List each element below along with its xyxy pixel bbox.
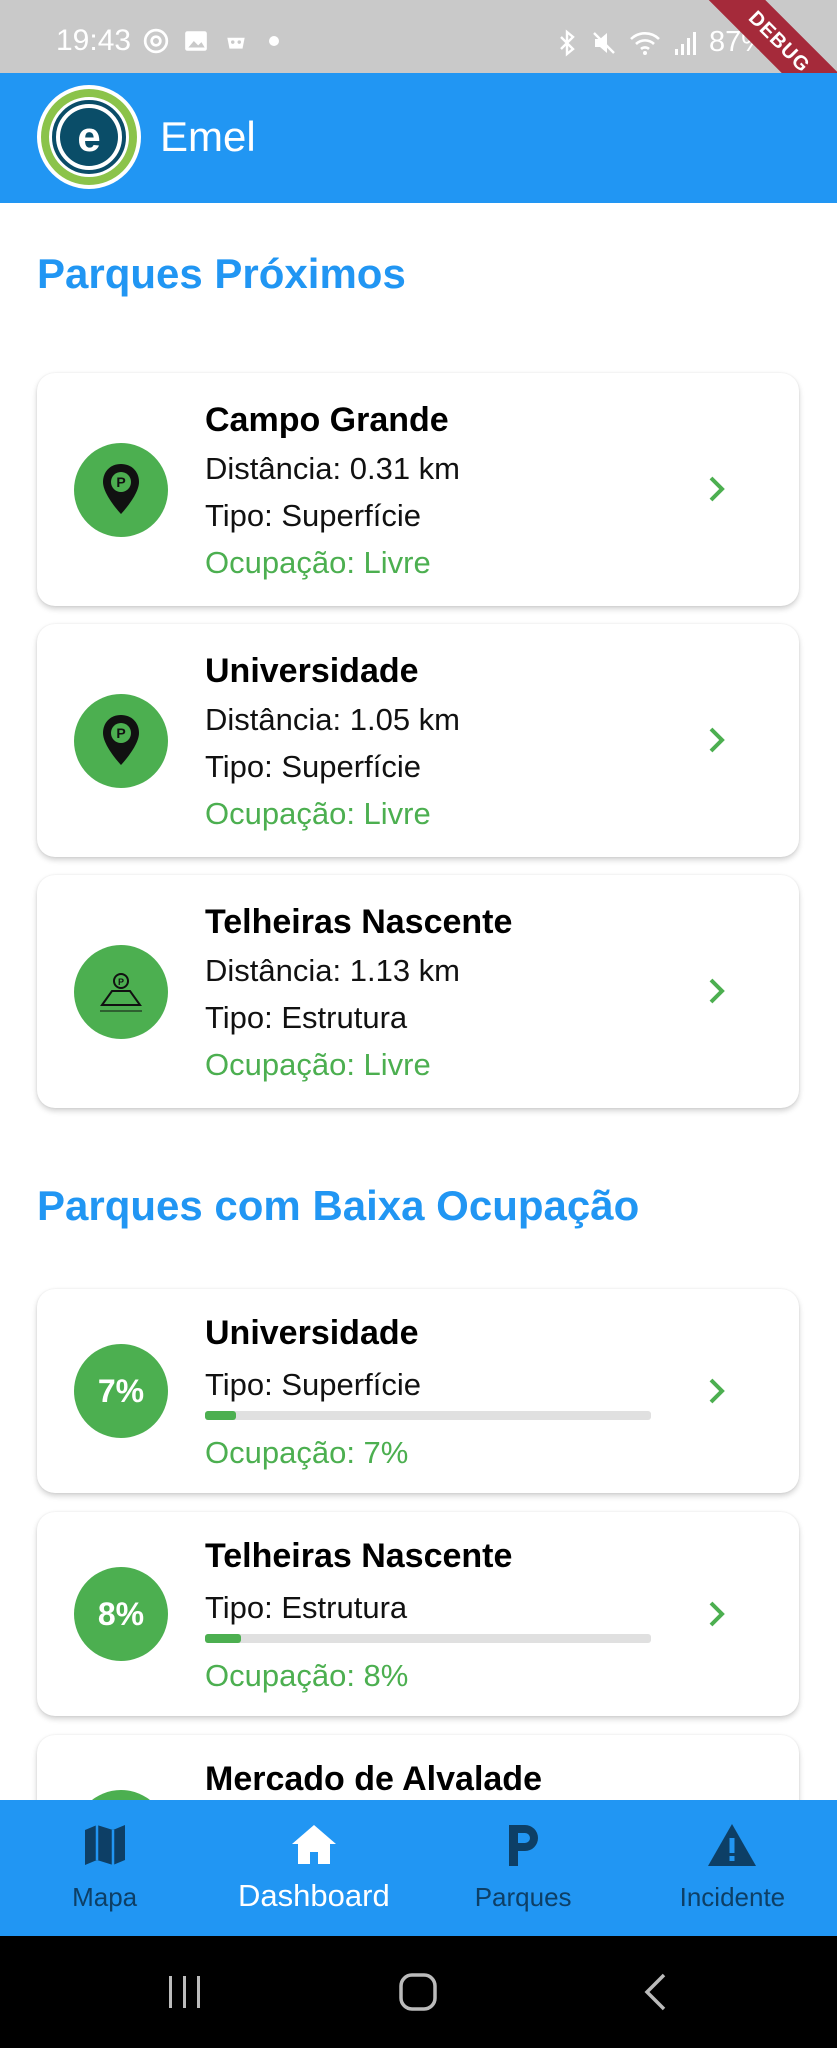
back-icon[interactable] — [640, 1972, 670, 2012]
park-type: Tipo: Superfície — [205, 1367, 421, 1402]
park-type: Tipo: Superfície — [205, 498, 421, 533]
signal-icon — [674, 31, 696, 55]
occupancy-badge: 7% — [74, 1344, 168, 1438]
recent-apps-icon[interactable] — [165, 1974, 205, 2010]
notification-icons — [143, 28, 279, 54]
chevron-right-icon — [709, 1601, 725, 1627]
nearby-park-card[interactable]: P Campo Grande Distância: 0.31 km Tipo: … — [37, 373, 799, 606]
low-occupancy-card[interactable]: 7% Universidade Tipo: Superfície Ocupaçã… — [37, 1289, 799, 1493]
mute-icon — [593, 31, 615, 54]
low-occupancy-card[interactable]: Mercado de Alvalade — [37, 1735, 799, 1800]
app-title: Emel — [160, 113, 256, 160]
chevron-right-icon — [709, 1378, 725, 1404]
chevron-right-icon — [709, 727, 725, 753]
wifi-icon — [630, 31, 660, 55]
gallery-icon — [185, 31, 207, 51]
occupancy-progress-bar — [205, 1634, 651, 1643]
parking-pin-icon: P — [74, 443, 168, 537]
parking-pin-icon: P — [74, 694, 168, 788]
dashboard-content[interactable]: Parques Próximos P Campo Grande Distânci… — [0, 203, 837, 1800]
occupancy-badge — [74, 1790, 168, 1800]
park-distance: Distância: 0.31 km — [205, 451, 460, 486]
warning-icon — [708, 1824, 757, 1866]
status-bar: 19:43 87% DEBUG — [0, 0, 837, 134]
park-distance: Distância: 1.13 km — [205, 953, 460, 988]
logo-letter: e — [77, 113, 100, 160]
svg-text:P: P — [116, 725, 125, 741]
more-notifications-dot — [269, 36, 279, 46]
low-occupancy-card[interactable]: 8% Telheiras Nascente Tipo: Estrutura Oc… — [37, 1512, 799, 1716]
nearby-parks-title: Parques Próximos — [37, 250, 406, 297]
nearby-park-card[interactable]: P Telheiras Nascente Distância: 1.13 km … — [37, 875, 799, 1108]
parking-p-icon — [509, 1825, 539, 1866]
chevron-right-icon — [709, 978, 725, 1004]
park-occupancy: Ocupação: Livre — [205, 796, 431, 831]
nav-label-parques: Parques — [474, 1882, 572, 1912]
park-name: Universidade — [205, 652, 419, 690]
park-name: Campo Grande — [205, 401, 449, 439]
chevron-right-icon — [709, 476, 725, 502]
chrome-icon — [143, 28, 169, 54]
occupancy-progress-fill — [205, 1634, 241, 1643]
emel-logo: e — [37, 85, 141, 189]
park-occupancy: Ocupação: Livre — [205, 545, 431, 580]
nav-item-incidente[interactable]: Incidente — [628, 1800, 837, 1936]
nearby-park-card[interactable]: P Universidade Distância: 1.05 km Tipo: … — [37, 624, 799, 857]
system-navigation-bar — [0, 1936, 837, 2048]
park-type: Tipo: Estrutura — [205, 1000, 408, 1035]
nav-label-mapa: Mapa — [72, 1882, 138, 1912]
park-name: Universidade — [205, 1314, 419, 1352]
bluetooth-icon — [560, 28, 575, 57]
park-type: Tipo: Estrutura — [205, 1590, 408, 1625]
park-distance: Distância: 1.05 km — [205, 702, 460, 737]
park-occupancy: Ocupação: 7% — [205, 1435, 409, 1470]
emel-logo-icon: e — [41, 89, 137, 185]
svg-text:P: P — [116, 474, 125, 490]
nav-label-incidente: Incidente — [679, 1882, 786, 1912]
occupancy-progress-bar — [205, 1411, 651, 1420]
svg-text:P: P — [118, 977, 124, 987]
game-icon — [227, 37, 245, 49]
park-type: Tipo: Superfície — [205, 749, 421, 784]
nav-item-mapa[interactable]: Mapa — [0, 1800, 209, 1936]
park-name: Telheiras Nascente — [205, 1537, 513, 1575]
park-name: Telheiras Nascente — [205, 903, 513, 941]
nav-label-dashboard: Dashboard — [238, 1878, 390, 1913]
occupancy-badge: 8% — [74, 1567, 168, 1661]
parking-structure-icon: P — [74, 945, 168, 1039]
occupancy-progress-fill — [205, 1411, 237, 1420]
park-name: Mercado de Alvalade — [205, 1760, 542, 1798]
status-time: 19:43 — [56, 24, 132, 57]
park-occupancy: Ocupação: Livre — [205, 1047, 431, 1082]
bottom-navigation: Mapa Dashboard Parques Incidente — [0, 1800, 837, 1936]
map-icon — [84, 1825, 125, 1865]
nav-item-parques[interactable]: Parques — [419, 1800, 628, 1936]
nav-item-dashboard[interactable]: Dashboard — [209, 1800, 418, 1936]
low-occupancy-title: Parques com Baixa Ocupação — [37, 1182, 640, 1229]
park-occupancy: Ocupação: 8% — [205, 1658, 409, 1693]
home-button-icon[interactable] — [398, 1972, 438, 2012]
app-bar: e Emel — [0, 73, 837, 203]
home-icon — [291, 1825, 336, 1864]
